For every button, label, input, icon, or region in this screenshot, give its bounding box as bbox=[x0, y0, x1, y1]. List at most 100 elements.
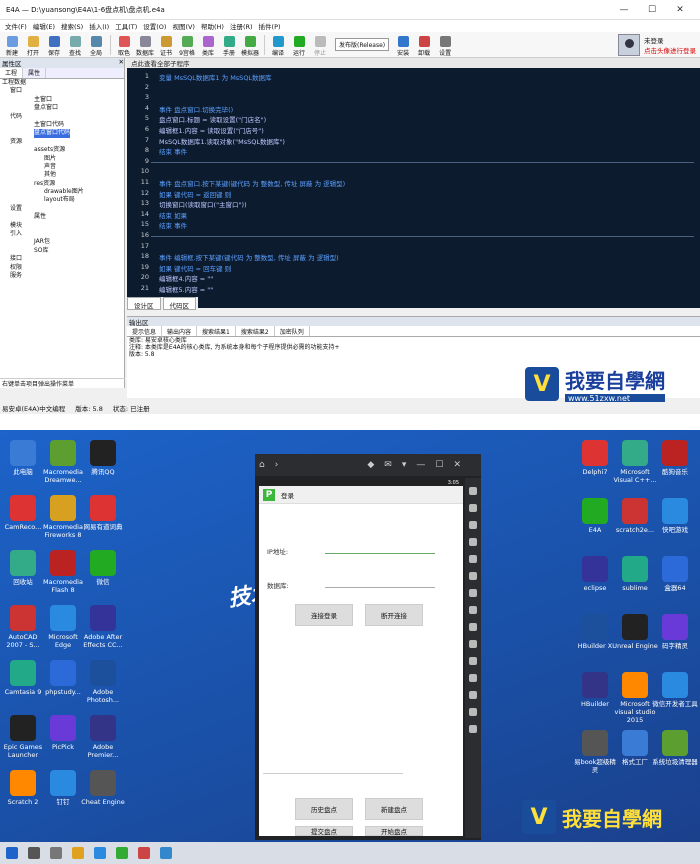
code-line[interactable]: 事件 盘点窗口.按下某键(键代码 为 整数型, 传址 屏蔽 为 逻辑型) bbox=[159, 178, 345, 188]
build-config-select[interactable]: 发布版(Release) bbox=[335, 38, 390, 51]
forward-icon[interactable]: › bbox=[275, 460, 279, 470]
gamepad-icon[interactable] bbox=[469, 504, 477, 512]
submit-count-button[interactable]: 提交盘点 bbox=[295, 826, 353, 836]
open-button[interactable]: 打开 bbox=[23, 36, 43, 57]
task-view-icon[interactable] bbox=[50, 847, 62, 859]
home-nav-icon[interactable] bbox=[469, 725, 477, 733]
tree-item[interactable]: 资源 bbox=[0, 138, 124, 146]
scissors-icon[interactable] bbox=[469, 623, 477, 631]
minimize-button[interactable]: — bbox=[610, 5, 638, 15]
desktop-icon[interactable]: 系统垃圾清理器 bbox=[652, 730, 698, 766]
close-button[interactable]: ✕ bbox=[666, 5, 694, 15]
certificate-button[interactable]: 证书 bbox=[156, 36, 176, 57]
desktop-icon[interactable]: Adobe After Effects CC... bbox=[80, 605, 126, 649]
code-line[interactable]: 事件 编辑框.按下某键(键代码 为 整数型, 传址 屏蔽 为 逻辑型) bbox=[159, 252, 339, 262]
more-icon[interactable] bbox=[469, 691, 477, 699]
menu-help[interactable]: 帮助(H) bbox=[198, 21, 227, 31]
multi-window-icon[interactable] bbox=[469, 657, 477, 665]
code-line[interactable]: 编辑框1.内容 = 读取设置("门店号") bbox=[159, 125, 264, 135]
menu-edit[interactable]: 编辑(E) bbox=[30, 21, 58, 31]
tree-item[interactable]: 属性 bbox=[0, 213, 124, 221]
close-icon[interactable]: ✕ bbox=[119, 58, 124, 68]
explorer-icon[interactable] bbox=[72, 847, 84, 859]
code-line[interactable]: 结束 事件 bbox=[159, 220, 187, 230]
search-icon[interactable] bbox=[28, 847, 40, 859]
tree-item[interactable]: 服务 bbox=[0, 272, 124, 280]
disconnect-button[interactable]: 断开连接 bbox=[365, 604, 423, 626]
save-button[interactable]: 保存 bbox=[44, 36, 64, 57]
tree-item[interactable]: 其他 bbox=[0, 171, 124, 179]
code-line[interactable]: 编辑框4.内容 = "" bbox=[159, 273, 213, 283]
desktop-icon[interactable]: 码字精灵 bbox=[652, 614, 698, 650]
record-icon[interactable] bbox=[469, 538, 477, 546]
mail-icon[interactable]: ✉ bbox=[384, 460, 392, 470]
color-picker-button[interactable]: 取色 bbox=[114, 36, 134, 57]
tree-item[interactable]: 图片 bbox=[0, 155, 124, 163]
install-button[interactable]: 安装 bbox=[393, 36, 413, 57]
rotate-icon[interactable] bbox=[469, 640, 477, 648]
shirt-icon[interactable]: ◆ bbox=[367, 460, 374, 470]
app-icon[interactable] bbox=[138, 847, 150, 859]
desktop-icon[interactable]: 微信开发者工具 bbox=[652, 672, 698, 708]
tree-item[interactable]: 代码 bbox=[0, 113, 124, 121]
tab-hints[interactable]: 提示信息 bbox=[127, 326, 163, 336]
database-button[interactable]: 数据库 bbox=[135, 36, 155, 57]
location-icon[interactable] bbox=[469, 606, 477, 614]
desktop-icon[interactable]: 盒器64 bbox=[652, 556, 698, 592]
tree-item[interactable]: assets资源 bbox=[0, 146, 124, 154]
stop-button[interactable]: 停止 bbox=[310, 36, 330, 57]
db-input[interactable] bbox=[325, 576, 435, 588]
wechat-icon[interactable] bbox=[116, 847, 128, 859]
find-button[interactable]: 查找 bbox=[65, 36, 85, 57]
fullscreen-icon[interactable] bbox=[469, 555, 477, 563]
code-line[interactable]: 结束 如果 bbox=[159, 210, 187, 220]
avatar[interactable] bbox=[618, 34, 640, 56]
menu-insert[interactable]: 插入(I) bbox=[86, 21, 112, 31]
desktop-icon[interactable]: Adobe Premier... bbox=[80, 715, 126, 759]
tree-item[interactable]: SO库 bbox=[0, 247, 124, 255]
tree-item[interactable]: res资源 bbox=[0, 180, 124, 188]
tab-code[interactable]: 代码区 bbox=[162, 297, 196, 310]
uninstall-button[interactable]: 卸载 bbox=[414, 36, 434, 57]
tab-design[interactable]: 设计区 bbox=[127, 297, 161, 310]
login-hint[interactable]: 点击头像进行登录 bbox=[644, 45, 696, 55]
volume-up-icon[interactable] bbox=[469, 572, 477, 580]
tree-item[interactable]: 主窗口 bbox=[0, 96, 124, 104]
subroutine-selector[interactable]: 点此查看全部子程序 bbox=[127, 58, 700, 68]
menu-tools[interactable]: 工具(T) bbox=[112, 21, 140, 31]
tree-item[interactable]: 接口 bbox=[0, 255, 124, 263]
eye-icon[interactable] bbox=[469, 521, 477, 529]
back-icon[interactable] bbox=[469, 708, 477, 716]
menu-view[interactable]: 视图(V) bbox=[169, 21, 198, 31]
home-icon[interactable]: ⌂ bbox=[259, 460, 265, 470]
desktop-icon[interactable]: 酷狗音乐 bbox=[652, 440, 698, 476]
tree-item[interactable]: JAR包 bbox=[0, 238, 124, 246]
code-line[interactable]: 结束 事件 bbox=[159, 146, 187, 156]
tree-item[interactable]: 模块 bbox=[0, 222, 124, 230]
tree-item[interactable]: 盘点窗口 bbox=[0, 104, 124, 112]
new-count-button[interactable]: 新建盘点 bbox=[365, 798, 423, 820]
tab-output[interactable]: 输出内容 bbox=[162, 326, 198, 336]
volume-down-icon[interactable] bbox=[469, 589, 477, 597]
desktop-icon[interactable]: Cheat Engine bbox=[80, 770, 126, 806]
settings-button[interactable]: 设置 bbox=[435, 36, 455, 57]
desktop-icon[interactable]: 网易有道词典 bbox=[80, 495, 126, 531]
tree-item[interactable]: 设置 bbox=[0, 205, 124, 213]
tab-project[interactable]: 工程 bbox=[0, 68, 24, 78]
maximize-icon[interactable]: ☐ bbox=[435, 460, 443, 470]
menu-icon[interactable]: ▾ bbox=[402, 460, 407, 470]
manual-button[interactable]: 手册 bbox=[219, 36, 239, 57]
code-line[interactable]: 如果 键代码 = 返回键 则 bbox=[159, 189, 231, 199]
code-line[interactable]: 切换窗口(读取窗口("主窗口")) bbox=[159, 199, 247, 209]
code-line[interactable]: 变量 MsSQL数据库1 为 MsSQL数据库 bbox=[159, 72, 272, 82]
tab-properties[interactable]: 属性 bbox=[23, 68, 47, 78]
connect-button[interactable]: 连接登录 bbox=[295, 604, 353, 626]
menu-file[interactable]: 文件(F) bbox=[2, 21, 30, 31]
list-field[interactable] bbox=[263, 762, 403, 774]
tree-item-selected[interactable]: 盘点窗口代码 bbox=[34, 129, 71, 138]
desktop-icon[interactable]: 快吧游戏 bbox=[652, 498, 698, 534]
tab-search1[interactable]: 搜索结果1 bbox=[197, 326, 236, 336]
code-line[interactable]: 如果 键代码 = 回车键 则 bbox=[159, 263, 231, 273]
desktop-icon[interactable]: 腾讯QQ bbox=[80, 440, 126, 476]
menu-search[interactable]: 搜索(S) bbox=[58, 21, 86, 31]
